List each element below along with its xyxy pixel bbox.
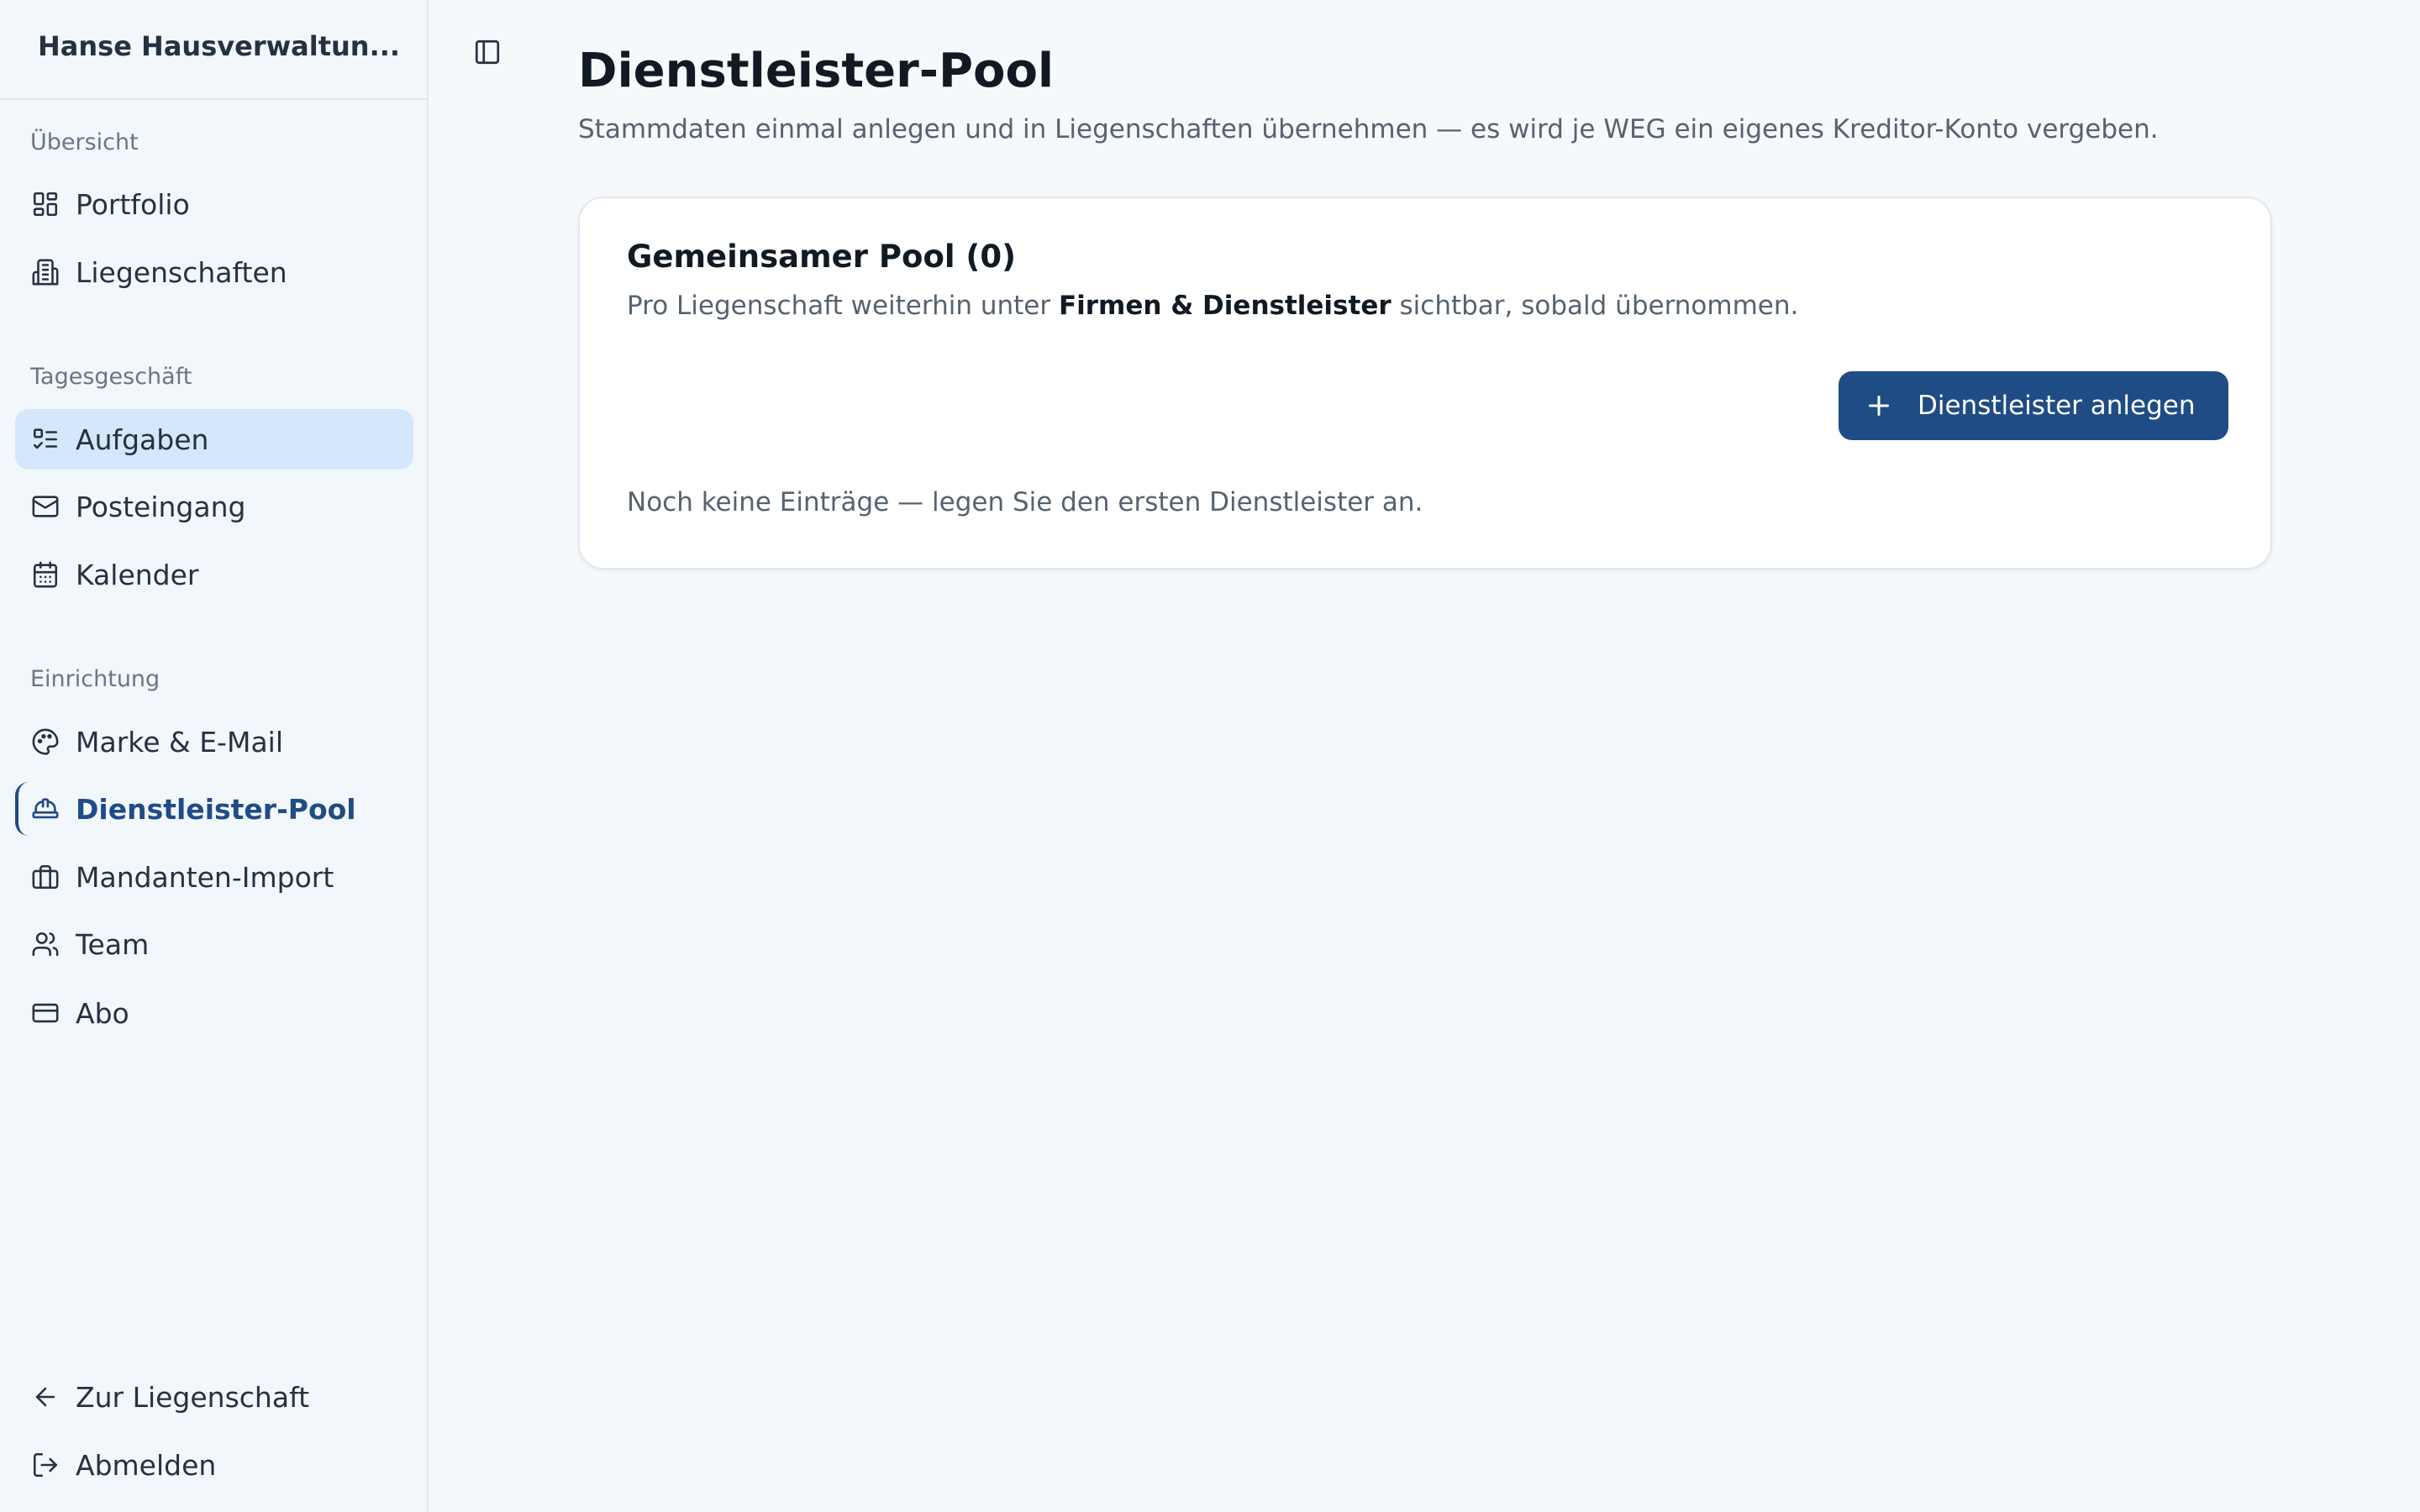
sidebar-item-label: Liegenschaften	[76, 255, 287, 289]
sidebar-item-mandanten-import[interactable]: Mandanten-Import	[15, 847, 413, 907]
sidebar-item-label: Zur Liegenschaft	[76, 1380, 310, 1414]
credit-card-icon	[30, 998, 60, 1028]
checklist-icon	[30, 424, 60, 454]
pool-card: Gemeinsamer Pool (0) Pro Liegenschaft we…	[578, 197, 2272, 570]
palette-icon	[30, 727, 60, 757]
section-label-einrichtung: Einrichtung	[30, 666, 160, 692]
building-icon	[30, 257, 60, 287]
sidebar-item-label: Mandanten-Import	[76, 860, 334, 894]
grid-icon	[30, 189, 60, 219]
sidebar-item-label: Team	[76, 927, 150, 961]
brand-name[interactable]: Hanse Hausverwaltun...	[0, 0, 427, 100]
sidebar-item-label: Dienstleister-Pool	[76, 792, 356, 826]
card-description-link-text: Firmen & Dienstleister	[1058, 291, 1392, 321]
plus-icon	[1864, 391, 1894, 421]
sidebar-item-abo[interactable]: Abo	[15, 983, 413, 1043]
sidebar-item-dienstleister-pool[interactable]: Dienstleister-Pool	[15, 779, 413, 839]
sidebar-item-label: Abmelden	[76, 1448, 217, 1482]
sidebar-item-label: Portfolio	[76, 187, 190, 221]
add-dienstleister-button[interactable]: Dienstleister anlegen	[1839, 371, 2228, 440]
card-description: Pro Liegenschaft weiterhin unter Firmen …	[627, 291, 1798, 321]
page-title: Dienstleister-Pool	[578, 44, 1055, 98]
sidebar-item-abmelden[interactable]: Abmelden	[15, 1435, 413, 1495]
sidebar-item-aufgaben[interactable]: Aufgaben	[15, 409, 413, 470]
sidebar-item-kalender[interactable]: Kalender	[15, 544, 413, 605]
sidebar-item-label: Aufgaben	[76, 423, 209, 456]
sidebar-item-label: Abo	[76, 996, 129, 1030]
add-button-label: Dienstleister anlegen	[1918, 391, 2196, 421]
arrow-left-icon	[30, 1382, 60, 1412]
sidebar-item-label: Kalender	[76, 558, 199, 591]
sidebar-item-marke-email[interactable]: Marke & E-Mail	[15, 711, 413, 772]
panel-left-icon	[473, 38, 502, 70]
card-title: Gemeinsamer Pool (0)	[627, 239, 1016, 275]
sidebar-item-portfolio[interactable]: Portfolio	[15, 174, 413, 234]
logout-icon	[30, 1450, 60, 1480]
mail-icon	[30, 491, 60, 522]
card-description-prefix: Pro Liegenschaft weiterhin unter	[627, 291, 1059, 321]
section-label-uebersicht: Übersicht	[30, 129, 139, 155]
sidebar-item-label: Posteingang	[76, 490, 246, 523]
calendar-icon	[30, 559, 60, 590]
page-subtitle: Stammdaten einmal anlegen und in Liegens…	[578, 114, 2159, 144]
sidebar-item-label: Marke & E-Mail	[76, 725, 284, 759]
sidebar-item-zur-liegenschaft[interactable]: Zur Liegenschaft	[15, 1367, 413, 1427]
sidebar: Hanse Hausverwaltun... Übersicht Portfol…	[0, 0, 429, 1512]
users-icon	[30, 929, 60, 959]
sidebar-item-liegenschaften[interactable]: Liegenschaften	[15, 242, 413, 302]
card-description-suffix: sichtbar, sobald übernommen.	[1391, 291, 1799, 321]
briefcase-icon	[30, 862, 60, 892]
hardhat-icon	[30, 794, 60, 824]
sidebar-item-posteingang[interactable]: Posteingang	[15, 476, 413, 537]
section-label-tagesgeschaeft: Tagesgeschäft	[30, 364, 192, 390]
sidebar-item-team[interactable]: Team	[15, 914, 413, 974]
empty-state-text: Noch keine Einträge — legen Sie den erst…	[627, 487, 1423, 517]
sidebar-toggle-button[interactable]	[471, 37, 504, 71]
